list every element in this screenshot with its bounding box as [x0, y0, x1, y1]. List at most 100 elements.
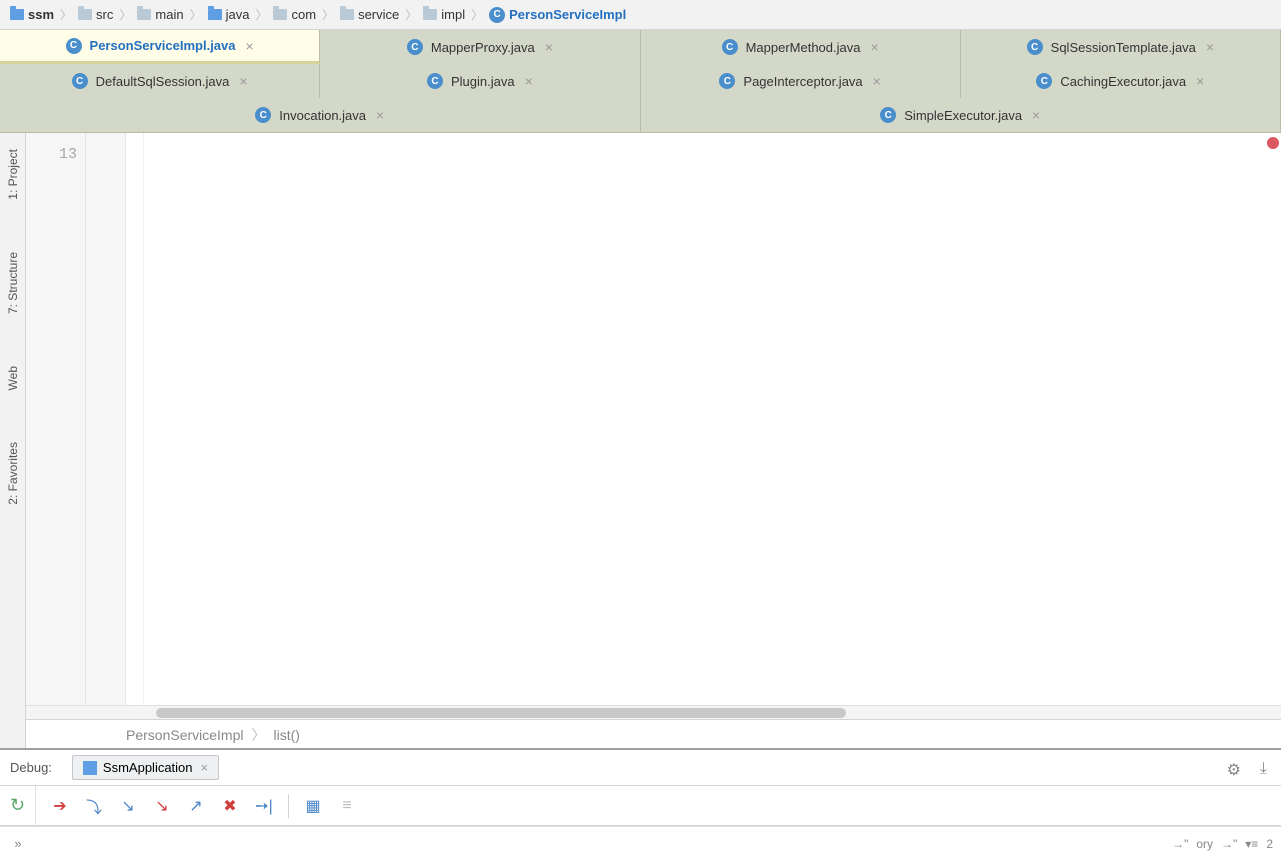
breadcrumb-item[interactable]: java	[204, 7, 254, 22]
editor-tab[interactable]: CMapperMethod.java×	[641, 30, 961, 64]
chevron-right-icon: 〉	[322, 6, 334, 23]
class-icon: C	[407, 39, 423, 55]
breadcrumb-label: com	[291, 7, 316, 22]
chevron-right-icon: 〉	[471, 6, 483, 23]
editor-tab[interactable]: CMapperProxy.java×	[320, 30, 640, 64]
breadcrumb-label: PersonServiceImpl	[509, 7, 626, 22]
class-icon: C	[489, 7, 505, 23]
breadcrumb-item[interactable]: C PersonServiceImpl	[485, 7, 630, 23]
close-icon[interactable]: ×	[873, 73, 881, 89]
close-icon[interactable]: ×	[201, 760, 209, 775]
editor-breadcrumb[interactable]: PersonServiceImpl 〉 list()	[26, 719, 1281, 749]
tool-window-button[interactable]: 7: Structure	[6, 246, 20, 320]
editor-tab[interactable]: CPlugin.java×	[320, 64, 640, 98]
debug-label: Debug:	[10, 760, 52, 775]
code-area[interactable]	[144, 133, 1281, 705]
close-icon[interactable]: ×	[545, 39, 553, 55]
editor-tab[interactable]: CInvocation.java×	[0, 98, 641, 132]
gutter-icons[interactable]	[86, 133, 126, 705]
line-number[interactable]: 13	[26, 139, 85, 170]
editor-tab[interactable]: CDefaultSqlSession.java×	[0, 64, 320, 98]
editor-tab[interactable]: C SimpleExecutor.java ×	[641, 98, 1281, 132]
editor-tabs: CPersonServiceImpl.java×CMapperProxy.jav…	[0, 30, 1281, 133]
editor-tab[interactable]: CPageInterceptor.java×	[641, 64, 961, 98]
step-out-icon[interactable]: ↗	[186, 796, 206, 816]
tool-window-button[interactable]: Web	[6, 360, 20, 396]
close-icon[interactable]: ×	[246, 38, 254, 54]
rerun-button[interactable]: ↻	[0, 786, 36, 826]
code-editor[interactable]: 13	[26, 133, 1281, 705]
class-icon: C	[1036, 73, 1052, 89]
folder-icon	[340, 9, 354, 20]
class-icon: C	[722, 39, 738, 55]
editor-tab[interactable]: CSqlSessionTemplate.java×	[961, 30, 1281, 64]
breadcrumb-item[interactable]: ssm	[6, 7, 58, 22]
breadcrumb-item[interactable]: src	[74, 7, 117, 22]
breadcrumb-label: service	[358, 7, 399, 22]
tab-label: SimpleExecutor.java	[904, 108, 1022, 123]
breadcrumb-method[interactable]: list()	[274, 727, 300, 743]
breadcrumb-class[interactable]: PersonServiceImpl	[126, 727, 244, 743]
folder-icon	[208, 9, 222, 20]
tab-label: PersonServiceImpl.java	[90, 38, 236, 53]
history-label[interactable]: ory	[1196, 837, 1213, 851]
folder-icon	[273, 9, 287, 20]
fold-strip[interactable]	[126, 133, 144, 705]
arrow-icon[interactable]: →"	[1221, 837, 1237, 851]
close-icon[interactable]: ×	[1206, 39, 1214, 55]
close-icon[interactable]: ×	[239, 73, 247, 89]
debug-run-name: SsmApplication	[103, 760, 193, 775]
class-icon: C	[255, 107, 271, 123]
line-number-gutter: 13	[26, 133, 86, 705]
breadcrumb-label: java	[226, 7, 250, 22]
breadcrumb-label: src	[96, 7, 113, 22]
spring-boot-icon	[83, 761, 97, 775]
gutter-icon-cell[interactable]	[86, 139, 125, 170]
debug-step-actions: ➔ ⤵ ↘ ↘ ↗ ✖ ➙| ▦ ≡	[36, 794, 357, 818]
count-label: 2	[1266, 837, 1273, 851]
more-icon[interactable]: ≡	[337, 796, 357, 816]
more-tabs-icon[interactable]: »	[0, 836, 36, 851]
show-exec-point-icon[interactable]: ➔	[50, 796, 70, 816]
class-icon: C	[719, 73, 735, 89]
close-icon[interactable]: ×	[1196, 73, 1204, 89]
breadcrumb-item[interactable]: impl	[419, 7, 469, 22]
evaluate-icon[interactable]: ▦	[303, 796, 323, 816]
class-icon: C	[880, 107, 896, 123]
step-into-icon[interactable]: ↘	[118, 796, 138, 816]
fold-cell[interactable]	[126, 139, 143, 170]
force-step-into-icon[interactable]: ↘	[152, 796, 172, 816]
folder-icon	[78, 9, 92, 20]
horizontal-scrollbar[interactable]	[26, 705, 1281, 719]
close-icon[interactable]: ×	[525, 73, 533, 89]
tool-window-button[interactable]: 1: Project	[6, 143, 20, 206]
folder-icon	[137, 9, 151, 20]
close-icon[interactable]: ×	[1032, 107, 1040, 123]
filter-icon[interactable]: ▾≡	[1245, 837, 1258, 851]
run-to-cursor-icon[interactable]: ➙|	[254, 796, 274, 816]
chevron-right-icon: 〉	[252, 725, 266, 745]
breadcrumb-item[interactable]: com	[269, 7, 320, 22]
drop-frame-icon[interactable]: ✖	[220, 796, 240, 816]
chevron-right-icon: 〉	[119, 6, 131, 23]
debug-run-config-tab[interactable]: SsmApplication ×	[72, 755, 219, 780]
tab-label: CachingExecutor.java	[1060, 74, 1186, 89]
gear-icon[interactable]: ⚙	[1227, 760, 1241, 780]
class-icon: C	[72, 73, 88, 89]
breadcrumb-item[interactable]: service	[336, 7, 403, 22]
editor-tab[interactable]: C PersonServiceImpl.java ×	[0, 30, 320, 64]
download-icon[interactable]: ⤓	[1260, 760, 1267, 778]
tool-window-button[interactable]: 2: Favorites	[6, 436, 20, 511]
breadcrumb-label: main	[155, 7, 183, 22]
error-stripe-icon[interactable]	[1267, 137, 1279, 149]
editor-tab[interactable]: C CachingExecutor.java ×	[961, 64, 1281, 98]
breadcrumb-item[interactable]: main	[133, 7, 187, 22]
class-icon: C	[66, 38, 82, 54]
breadcrumb-bar: ssm〉src〉main〉java〉com〉service〉impl〉CPers…	[0, 0, 1281, 30]
debug-panel: Debug: SsmApplication × ⚙ ⤓ ↻ ➔ ⤵ ↘ ↘ ↗ …	[0, 748, 1281, 858]
close-icon[interactable]: ×	[870, 39, 878, 55]
breadcrumb-label: impl	[441, 7, 465, 22]
close-icon[interactable]: ×	[376, 107, 384, 123]
pin-icon[interactable]: →"	[1172, 837, 1188, 851]
step-over-icon[interactable]: ⤵	[84, 796, 104, 816]
